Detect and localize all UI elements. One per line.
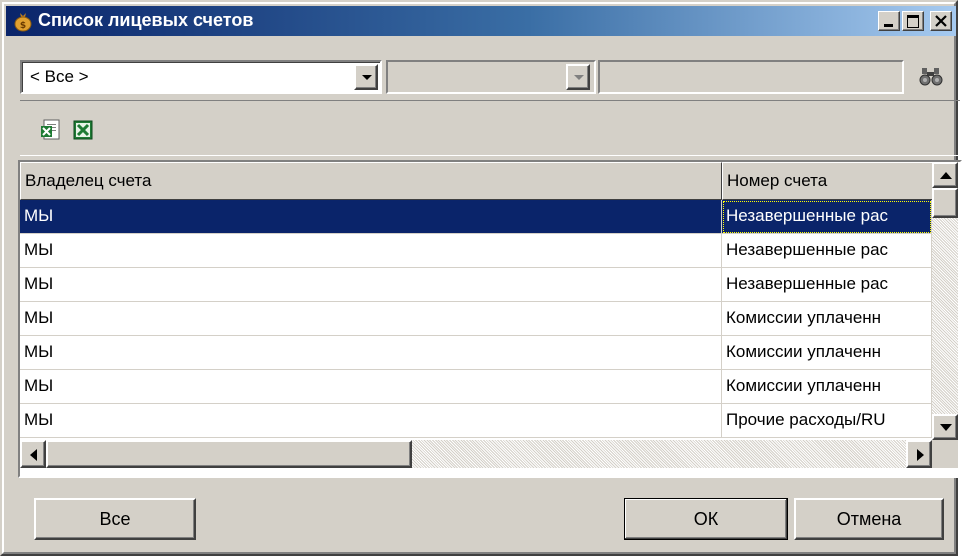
cell-owner: МЫ: [20, 302, 722, 336]
cell-owner: МЫ: [20, 234, 722, 268]
secondary-filter-dropdown-button[interactable]: [566, 64, 590, 90]
table-row[interactable]: МЫ Незавершенные рас: [20, 268, 932, 302]
cell-owner: МЫ: [20, 370, 722, 404]
secondary-filter-combo[interactable]: [386, 60, 596, 94]
table-row[interactable]: МЫ Комиссии уплаченн: [20, 370, 932, 404]
title-bar[interactable]: $ Список лицевых счетов: [6, 6, 956, 36]
horizontal-scrollbar[interactable]: [20, 440, 932, 468]
all-button[interactable]: Все: [34, 498, 196, 540]
cell-owner: МЫ: [20, 200, 722, 234]
ok-button[interactable]: ОК: [624, 498, 788, 540]
cell-account-number: Комиссии уплаченн: [722, 302, 932, 336]
table-row[interactable]: МЫ Комиссии уплаченн: [20, 336, 932, 370]
scroll-right-button[interactable]: [906, 440, 932, 468]
table-row[interactable]: МЫ Незавершенные рас: [20, 200, 932, 234]
table-row[interactable]: МЫ Незавершенные рас: [20, 234, 932, 268]
window-title: Список лицевых счетов: [38, 10, 254, 30]
scroll-down-button[interactable]: [932, 414, 958, 440]
cancel-button[interactable]: Отмена: [794, 498, 944, 540]
table-row[interactable]: МЫ Комиссии уплаченн: [20, 302, 932, 336]
arrow-down-icon: [940, 424, 952, 431]
grid-header: Владелец счета Номер счета: [20, 162, 948, 200]
chevron-down-icon: [574, 75, 584, 80]
cell-account-number: Незавершенные рас: [722, 234, 932, 268]
horizontal-scroll-thumb[interactable]: [46, 440, 412, 468]
minimize-button[interactable]: [878, 11, 900, 31]
binoculars-icon: [919, 68, 943, 86]
svg-text:$: $: [20, 21, 26, 31]
cell-owner: МЫ: [20, 404, 722, 438]
arrow-left-icon: [30, 449, 37, 461]
owner-filter-combo[interactable]: < Все >: [20, 60, 382, 94]
column-header-account-number[interactable]: Номер счета: [722, 162, 948, 200]
dialog-window: $ Список лицевых счетов < Все > Владелец…: [0, 0, 962, 556]
close-icon: [935, 15, 947, 27]
scroll-up-button[interactable]: [932, 162, 958, 188]
table-row[interactable]: МЫ Прочие расходы/RU: [20, 404, 932, 438]
arrow-right-icon: [917, 449, 924, 461]
cell-account-number: Незавершенные рас: [722, 268, 932, 302]
excel-export-icon[interactable]: [40, 119, 62, 141]
owner-filter-dropdown-button[interactable]: [354, 64, 378, 90]
cell-account-number: Незавершенные рас: [722, 200, 932, 234]
scrollbar-corner: [932, 440, 958, 468]
arrow-up-icon: [940, 172, 952, 179]
cell-account-number: Комиссии уплаченн: [722, 336, 932, 370]
cell-owner: МЫ: [20, 336, 722, 370]
column-header-owner[interactable]: Владелец счета: [20, 162, 722, 200]
cell-account-number: Прочие расходы/RU: [722, 404, 932, 438]
owner-filter-value: < Все >: [30, 67, 89, 86]
chevron-down-icon: [362, 75, 372, 80]
maximize-button[interactable]: [902, 11, 924, 31]
vertical-scrollbar[interactable]: [932, 162, 958, 440]
cell-owner: МЫ: [20, 268, 722, 302]
money-bag-icon: $: [14, 13, 32, 32]
vertical-scroll-thumb[interactable]: [932, 188, 958, 218]
accounts-grid[interactable]: Владелец счета Номер счета МЫ Незавершен…: [18, 160, 962, 478]
scroll-left-button[interactable]: [20, 440, 46, 468]
cell-account-number: Комиссии уплаченн: [722, 370, 932, 404]
search-input[interactable]: [598, 60, 904, 94]
toolbar: [20, 100, 960, 156]
excel-icon[interactable]: [72, 119, 94, 141]
find-button[interactable]: [914, 62, 948, 92]
close-button[interactable]: [930, 11, 952, 31]
